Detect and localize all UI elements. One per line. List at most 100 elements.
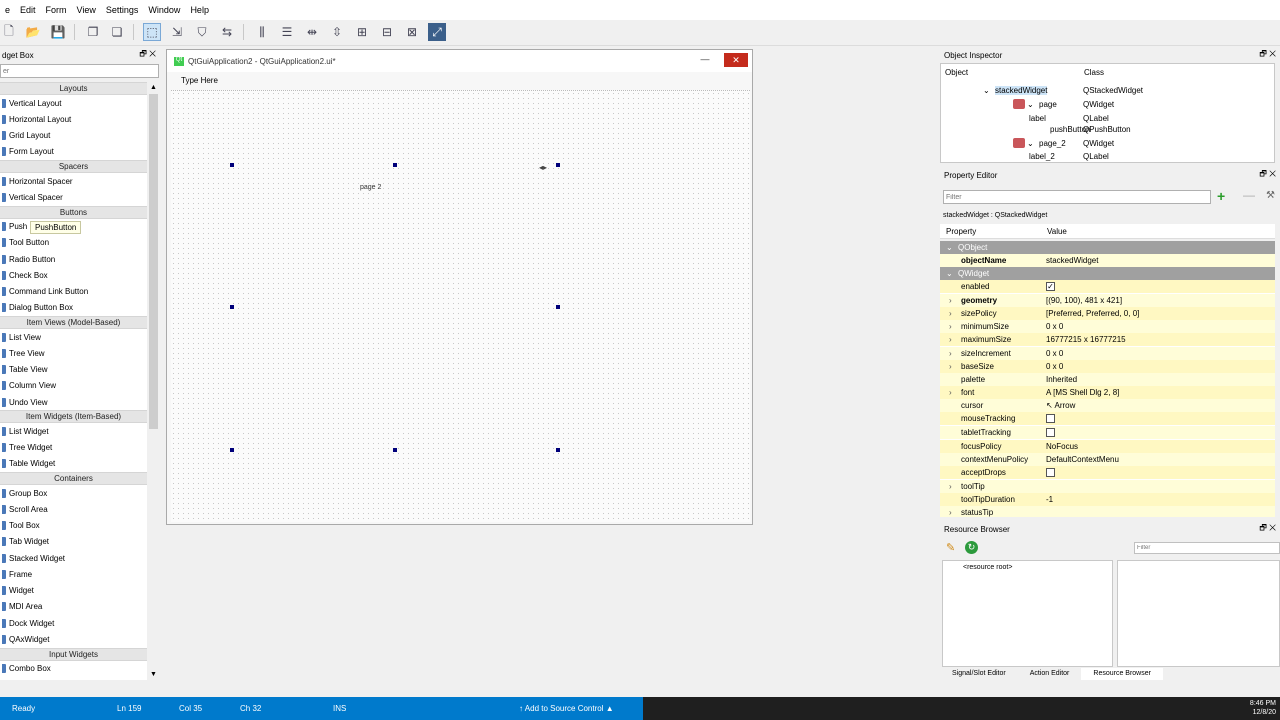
selection-handle[interactable] xyxy=(230,448,234,452)
widget-category-header[interactable]: Buttons xyxy=(0,205,147,219)
menu-item[interactable]: Help xyxy=(185,5,214,15)
bottom-tab[interactable]: Signal/Slot Editor xyxy=(940,668,1018,680)
property-checkbox[interactable] xyxy=(1046,414,1055,423)
widget-item[interactable]: Horizontal Layout xyxy=(0,111,147,127)
expand-arrow-icon[interactable]: ⌄ xyxy=(1027,139,1034,148)
resource-list[interactable] xyxy=(1117,560,1280,667)
resource-tree[interactable]: <resource root> xyxy=(942,560,1113,667)
widget-item[interactable]: Vertical Spacer xyxy=(0,189,147,205)
property-row[interactable]: toolTipDuration -1 xyxy=(940,492,1275,506)
collapse-icon[interactable]: ⌄ xyxy=(946,269,953,278)
property-checkbox[interactable]: ✓ xyxy=(1046,282,1055,292)
menu-item[interactable]: Settings xyxy=(101,5,144,15)
edit-widgets-icon[interactable]: ⬚ xyxy=(143,23,161,41)
property-row[interactable]: › toolTip xyxy=(940,479,1275,493)
widget-item[interactable]: Check Box xyxy=(0,267,147,283)
selection-handle[interactable] xyxy=(393,448,397,452)
property-row[interactable]: objectName stackedWidget xyxy=(940,254,1275,268)
property-value[interactable]: 0 x 0 xyxy=(1046,349,1063,358)
close-icon[interactable]: ✕ xyxy=(724,53,748,67)
property-checkbox[interactable] xyxy=(1046,467,1055,477)
widget-item[interactable]: Tree Widget xyxy=(0,440,147,456)
widget-item[interactable]: Group Box xyxy=(0,485,147,501)
property-value[interactable]: [(90, 100), 481 x 421] xyxy=(1046,296,1122,305)
page-nav-arrows-icon[interactable]: ◂▸ xyxy=(539,163,547,172)
form-canvas[interactable]: page 2 ◂▸ xyxy=(171,90,750,522)
widget-list-scrollbar[interactable]: ▲ ▼ xyxy=(147,82,160,680)
widget-category-header[interactable]: Item Views (Model-Based) xyxy=(0,316,147,329)
form-title-bar[interactable]: Qt QtGuiApplication2 - QtGuiApplication2… xyxy=(167,50,752,72)
property-value[interactable]: [Preferred, Preferred, 0, 0] xyxy=(1046,309,1139,318)
selection-handle[interactable] xyxy=(556,305,560,309)
float-close-controls[interactable]: 🗗 ✕ xyxy=(139,48,156,62)
widget-item[interactable]: List View xyxy=(0,329,147,345)
widget-item[interactable]: Font Combo Box xyxy=(0,677,147,680)
property-filter-input[interactable] xyxy=(943,190,1211,204)
widget-item[interactable]: Tree View xyxy=(0,345,147,361)
property-value[interactable]: NoFocus xyxy=(1046,442,1078,451)
widget-item[interactable]: Frame xyxy=(0,566,147,582)
copy-icon[interactable]: ❐ xyxy=(84,23,102,41)
widget-item[interactable]: Vertical Layout xyxy=(0,95,147,111)
float-close-controls[interactable]: 🗗 ✕ xyxy=(1259,168,1276,182)
widget-item[interactable]: Combo Box xyxy=(0,661,147,677)
expand-arrow-icon[interactable]: › xyxy=(949,296,952,305)
menu-item[interactable]: e xyxy=(0,5,15,15)
edit-buddies-icon[interactable]: ⛉ xyxy=(193,23,211,41)
edit-signals-icon[interactable]: ⇲ xyxy=(168,23,186,41)
widget-item[interactable]: Dialog Button Box xyxy=(0,300,147,316)
property-row[interactable]: ⌄ QObject xyxy=(940,241,1275,254)
layout-splitter-v-icon[interactable]: ⇳ xyxy=(328,23,346,41)
edit-tab-order-icon[interactable]: ⇆ xyxy=(218,23,236,41)
property-value[interactable]: ↖ Arrow xyxy=(1046,401,1075,410)
minimize-icon[interactable]: — xyxy=(694,54,716,66)
selection-handle[interactable] xyxy=(556,163,560,167)
widget-category-header[interactable]: Layouts▲ xyxy=(0,82,147,95)
property-row[interactable]: › minimumSize 0 x 0 xyxy=(940,320,1275,334)
type-here-placeholder[interactable]: Type Here xyxy=(181,76,218,85)
expand-arrow-icon[interactable]: › xyxy=(949,362,952,371)
property-value[interactable]: 0 x 0 xyxy=(1046,322,1063,331)
widget-category-header[interactable]: Item Widgets (Item-Based) xyxy=(0,410,147,424)
expand-arrow-icon[interactable]: ⌄ xyxy=(983,86,990,95)
paste-icon[interactable]: ❏ xyxy=(108,23,126,41)
object-tree[interactable]: Object Class ⌄ stackedWidget QStackedWidge… xyxy=(940,63,1275,163)
layout-grid-icon[interactable]: ⊞ xyxy=(353,23,371,41)
widget-item[interactable]: Table Widget xyxy=(0,456,147,472)
widget-item[interactable]: Tool Button xyxy=(0,235,147,251)
object-name[interactable]: stackedWidget xyxy=(995,86,1048,95)
new-file-icon[interactable]: 🗋 xyxy=(0,23,18,41)
property-value[interactable]: 16777215 x 16777215 xyxy=(1046,335,1126,344)
bottom-tab[interactable]: Resource Browser xyxy=(1081,668,1163,680)
widget-item[interactable]: Stacked Widget xyxy=(0,550,147,566)
property-row[interactable]: tabletTracking xyxy=(940,425,1275,439)
property-row[interactable]: › geometry [(90, 100), 481 x 421] xyxy=(940,294,1275,308)
property-value[interactable]: 0 x 0 xyxy=(1046,362,1063,371)
selection-handle[interactable] xyxy=(230,305,234,309)
widget-category-header[interactable]: Containers xyxy=(0,472,147,485)
property-row[interactable]: › statusTip xyxy=(940,505,1275,517)
property-row[interactable]: acceptDrops xyxy=(940,465,1275,479)
widget-item[interactable]: QAxWidget xyxy=(0,631,147,647)
widget-item[interactable]: Dock Widget xyxy=(0,615,147,631)
property-value[interactable]: Inherited xyxy=(1046,375,1077,384)
property-row[interactable]: mouseTracking xyxy=(940,412,1275,425)
menu-item[interactable]: Window xyxy=(143,5,185,15)
widget-item[interactable]: Undo View xyxy=(0,394,147,410)
expand-arrow-icon[interactable]: › xyxy=(949,508,952,517)
property-row[interactable]: cursor ↖ Arrow xyxy=(940,398,1275,412)
expand-arrow-icon[interactable]: › xyxy=(949,322,952,331)
form-menu-bar[interactable]: Type Here xyxy=(172,73,747,87)
form-window[interactable]: Qt QtGuiApplication2 - QtGuiApplication2… xyxy=(166,49,753,525)
break-layout-icon[interactable]: ⊠ xyxy=(403,23,421,41)
object-name[interactable]: label_2 xyxy=(1029,152,1055,161)
property-row[interactable]: enabled ✓ xyxy=(940,280,1275,294)
widget-item[interactable]: List Widget xyxy=(0,423,147,439)
property-value[interactable]: stackedWidget xyxy=(1046,256,1098,265)
widget-filter-input[interactable] xyxy=(0,64,159,78)
reload-icon[interactable]: ↻ xyxy=(965,541,978,554)
expand-arrow-icon[interactable]: › xyxy=(949,482,952,491)
save-icon[interactable]: 💾 xyxy=(49,23,67,41)
property-row[interactable]: › sizePolicy [Preferred, Preferred, 0, 0] xyxy=(940,307,1275,321)
object-name[interactable]: page xyxy=(1039,100,1057,109)
